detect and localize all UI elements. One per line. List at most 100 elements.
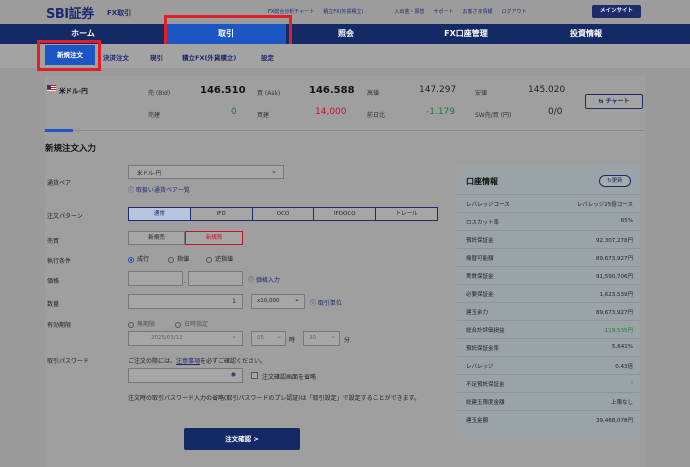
account-row-key: 必要保証金 (466, 292, 494, 298)
pw-note-prefix: ご注文の際には、 (128, 358, 177, 365)
radio-limit[interactable] (168, 256, 174, 263)
qty-label: 数量 (47, 301, 60, 308)
account-row-value: 92,307,278円 (596, 238, 633, 244)
chart-button[interactable]: ⇆ チャート (585, 94, 643, 109)
pattern-ifdoco[interactable]: IFDOCO (314, 208, 377, 220)
pattern-label: 注文パターン (47, 213, 83, 220)
min-suffix: 分 (344, 337, 351, 344)
chevron-down-icon: ⌄ (231, 332, 237, 340)
link-fx-chart[interactable]: FX総合分析チャート (268, 8, 314, 15)
expiry-min-value: 30 (309, 335, 316, 341)
subnav-delivery[interactable]: 現引 (150, 52, 163, 62)
account-row-key: 振替可能額 (466, 256, 494, 262)
link-customer-info[interactable]: お客さま情報 (463, 8, 493, 15)
radio-indefinite[interactable] (128, 321, 134, 328)
qty-unit-select[interactable]: x10,000 ⌄ (251, 294, 305, 309)
account-row-key: 預託保証金 (466, 238, 494, 244)
account-row: 建玉余力 89,673,927円 (457, 302, 640, 320)
pw-note-link[interactable]: 注意事項 (176, 358, 200, 365)
pw-note: ご注文の際には、注意事項を必ずご確認ください。 (128, 356, 266, 365)
order-confirm-button[interactable]: 注文確認 > (184, 428, 300, 450)
account-row-value: 89,673,927円 (596, 310, 633, 316)
pair-select-value: 米ドル-円 (137, 171, 161, 177)
eye-icon[interactable]: ◉ (231, 371, 236, 378)
chevron-down-icon: ⌄ (294, 295, 300, 303)
radio-market[interactable] (128, 256, 134, 263)
bid-label: 売 (Bid) (148, 90, 171, 97)
skip-confirm-checkbox[interactable] (251, 372, 258, 379)
form-title: 新規注文入力 (45, 144, 97, 154)
ask-price[interactable]: 146.588 (309, 85, 355, 96)
chevron-down-icon: ⌄ (330, 332, 336, 340)
account-row: ロスカット率 65% (457, 212, 640, 230)
refresh-label: 更新 (611, 178, 623, 184)
expiry-datetime-label: 日時指定 (184, 321, 209, 328)
subnav-close-order[interactable]: 決済注文 (103, 52, 129, 62)
pattern-normal[interactable]: 通常 (129, 208, 191, 220)
account-row-value: 1,623,539円 (599, 292, 634, 298)
subnav-settings[interactable]: 設定 (261, 52, 274, 62)
pair-help-link[interactable]: ⓘ 取扱い通貨ペア一覧 (128, 185, 190, 194)
qty-help-link[interactable]: ⓘ 取引単位 (310, 298, 342, 307)
account-row-key: 実質保証金 (466, 274, 494, 280)
qty-input[interactable]: 1 (128, 294, 243, 309)
exec-limit[interactable]: 指値 (168, 254, 189, 263)
sell-position: 0 (231, 107, 237, 117)
account-row: 不足預託保証金 - (457, 374, 640, 392)
account-row-key: ロスカット率 (466, 220, 500, 226)
password-input[interactable]: ◉ (128, 368, 243, 383)
price-decimal-input[interactable] (188, 271, 243, 286)
radio-datetime[interactable] (175, 321, 181, 328)
pair-help-text: 取扱い通貨ペア一覧 (135, 187, 190, 194)
price-help-link[interactable]: ⓘ 価格入力 (248, 275, 280, 284)
side-sell[interactable]: 新規売 (128, 231, 185, 245)
nav-inquiry[interactable]: 照会 (286, 24, 406, 44)
link-fx-tsumitate[interactable]: 積立FX(外貨積立) (323, 8, 363, 15)
side-buy[interactable]: 新規買 (185, 231, 243, 245)
account-row-key: レバレッジコース (466, 202, 510, 208)
main-site-button[interactable]: メインサイト (592, 5, 641, 18)
pattern-segmented: 通常 IFD OCO IFDOCO トレール (128, 207, 438, 221)
account-row-value: レバレッジ25倍コース (576, 202, 633, 208)
subnav-fx-tsumitate[interactable]: 積立FX(外貨積立) (182, 52, 236, 62)
price-label: 価格 (47, 278, 60, 285)
price-integer-input[interactable] (128, 271, 183, 286)
account-row-key: 総合計評価損益 (466, 328, 505, 334)
exec-stop-label: 逆指値 (215, 256, 234, 263)
exec-market[interactable]: 成行 (128, 254, 149, 263)
price-decimal-point: . (184, 278, 186, 285)
nav-fx-account[interactable]: FX口座管理 (406, 24, 526, 44)
qty-unit-value: x10,000 (257, 298, 280, 304)
account-row-value: - (631, 380, 633, 386)
refresh-button[interactable]: ↻更新 (599, 175, 631, 187)
exec-label: 執行条件 (47, 258, 72, 265)
expiry-date-select[interactable]: 2025/03/12 ⌄ (128, 331, 243, 346)
pw-note-suffix: を必ずご確認ください。 (200, 358, 267, 365)
link-logout[interactable]: ログアウト (502, 8, 527, 15)
pattern-oco[interactable]: OCO (253, 208, 315, 220)
expiry-indefinite[interactable]: 無期限 (128, 319, 155, 328)
pattern-ifd[interactable]: IFD (191, 208, 253, 220)
link-deposit[interactable]: 入出金・振替 (394, 8, 424, 15)
account-row: 振替可能額 89,673,927円 (457, 248, 640, 266)
expiry-min-select[interactable]: 30 ⌄ (303, 331, 340, 346)
expiry-hour-select[interactable]: 05 ⌄ (251, 331, 286, 346)
account-row-value: -119,535円 (602, 328, 633, 334)
pair-select[interactable]: 米ドル-円 ⌄ (128, 165, 284, 179)
account-row: 総合計評価損益 -119,535円 (457, 320, 640, 338)
account-row: 建玉金額 39,468,078円 (457, 410, 640, 428)
bid-price[interactable]: 146.510 (200, 85, 246, 96)
expiry-datetime[interactable]: 日時指定 (175, 319, 208, 328)
sell-position-label: 売建 (148, 112, 161, 119)
pw-label: 取引パスワード (47, 358, 90, 365)
change-label: 前日比 (367, 112, 386, 119)
section-divider (45, 130, 645, 131)
link-support[interactable]: サポート (434, 8, 454, 15)
account-row: 預託保証金率 5,641% (457, 338, 640, 356)
exec-stop[interactable]: 逆指値 (206, 254, 233, 263)
account-row-key: 建玉余力 (466, 310, 489, 316)
pattern-trail[interactable]: トレール (376, 208, 437, 220)
nav-investment-info[interactable]: 投資情報 (526, 24, 646, 44)
sbi-logo[interactable]: SBI証券 (46, 3, 94, 22)
radio-stop[interactable] (206, 256, 212, 263)
